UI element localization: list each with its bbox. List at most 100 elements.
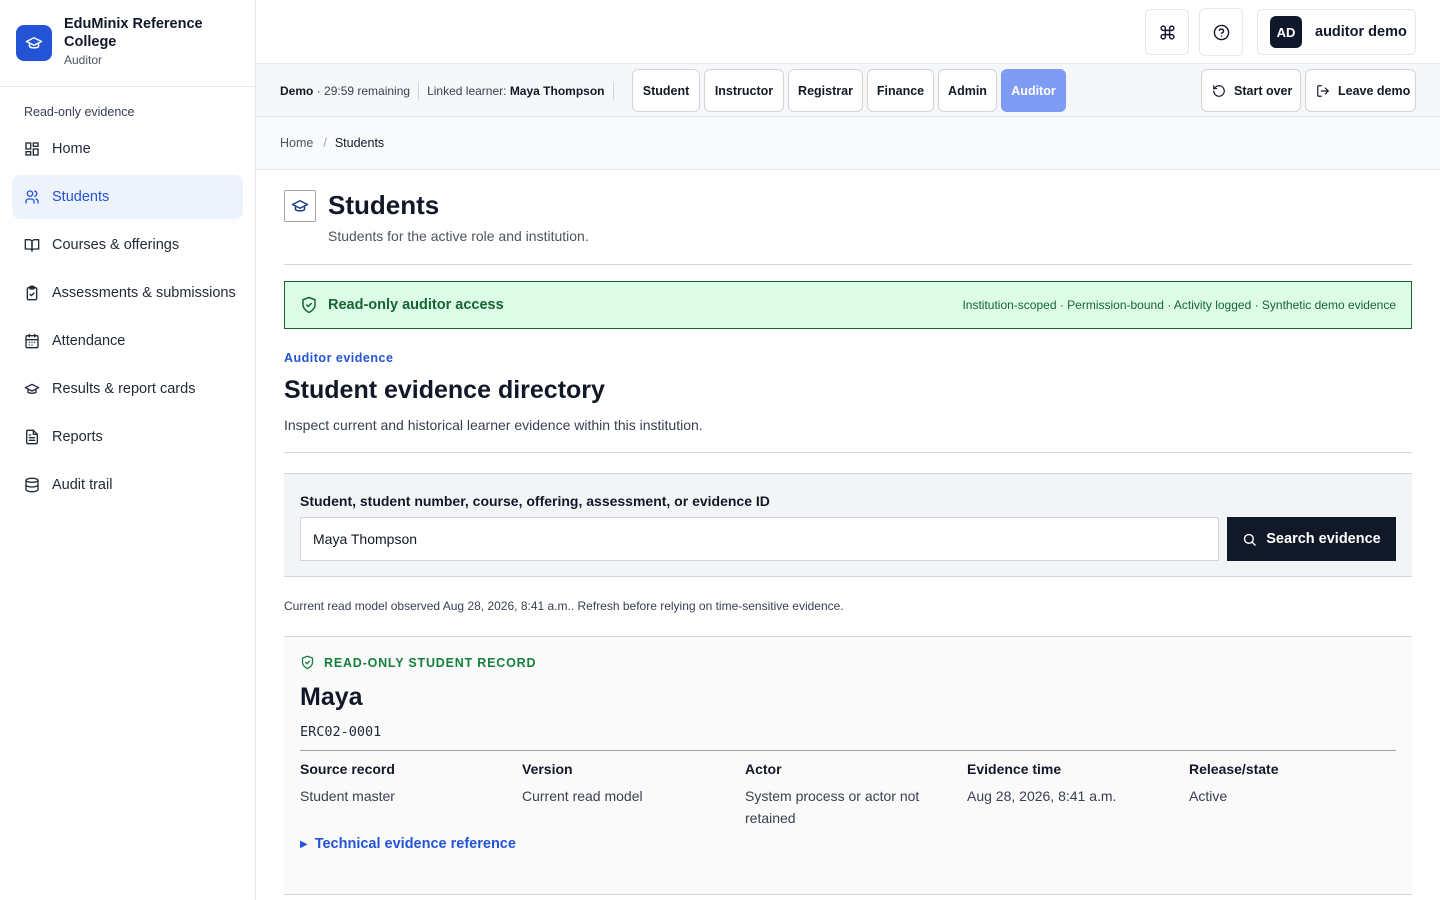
sidebar-item-label: Attendance: [52, 333, 126, 349]
log-out-icon: [1317, 84, 1329, 97]
help-circle-icon: [1213, 24, 1229, 40]
sidebar-item-audit-trail[interactable]: Audit trail: [12, 463, 243, 507]
record-eyebrow: READ-ONLY STUDENT RECORD: [300, 655, 536, 670]
divider: [300, 750, 1396, 751]
users-icon: [25, 190, 39, 204]
sidebar: EduMinix Reference College Auditor Read-…: [0, 0, 256, 900]
sidebar-item-label: Courses & offerings: [52, 237, 180, 253]
role-button-instructor[interactable]: Instructor: [704, 69, 784, 112]
field-version: Version Current read model: [522, 761, 732, 807]
field-value: Current read model: [522, 788, 643, 804]
calendar-icon: [25, 333, 39, 349]
search-panel: Student, student number, course, offerin…: [284, 473, 1412, 577]
start-over-button[interactable]: Start over: [1201, 69, 1301, 112]
linked-learner-name: Maya Thompson: [509, 84, 605, 98]
dashboard-icon: [25, 142, 39, 156]
brand[interactable]: EduMinix Reference College Auditor: [0, 0, 255, 87]
leave-demo-label: Leave demo: [1338, 83, 1411, 98]
user-menu-button[interactable]: AD auditor demo: [1257, 9, 1416, 55]
database-icon: [25, 477, 39, 493]
student-name: Maya: [300, 683, 363, 711]
role-button-admin[interactable]: Admin: [938, 69, 997, 112]
technical-evidence-label: Technical evidence reference: [314, 836, 516, 852]
demo-bar: Demo · 29:59 remaining Linked learner: M…: [256, 64, 1440, 117]
field-value: Aug 28, 2026, 8:41 a.m.: [967, 788, 1117, 804]
avatar: AD: [1270, 16, 1302, 48]
leave-demo-button[interactable]: Leave demo: [1305, 69, 1416, 112]
banner-meta: Institution-scoped · Permission-bound · …: [962, 298, 1396, 312]
start-over-label: Start over: [1234, 83, 1293, 98]
command-palette-button[interactable]: [1145, 9, 1189, 55]
demo-time-remaining: · 29:59 remaining: [316, 84, 411, 98]
field-value: System process or actor not retained: [745, 788, 920, 826]
section-title: Student evidence directory: [284, 376, 605, 404]
sidebar-item-home[interactable]: Home: [12, 127, 243, 171]
field-value: Student master: [300, 788, 395, 804]
sidebar-item-reports[interactable]: Reports: [12, 415, 243, 459]
search-icon: [1244, 533, 1257, 546]
top-header: AD auditor demo: [256, 0, 1440, 64]
observed-note: Current read model observed Aug 28, 2026…: [284, 599, 844, 613]
field-source-record: Source record Student master: [300, 761, 510, 807]
brand-role: Auditor: [64, 53, 103, 67]
graduation-cap-logo-icon: [16, 25, 52, 61]
breadcrumb-current: Students: [334, 136, 385, 150]
divider: [418, 82, 420, 100]
demo-info: Demo · 29:59 remaining Linked learner: M…: [280, 82, 622, 100]
sidebar-item-label: Reports: [52, 429, 103, 445]
sidebar-nav: Home Students Courses & offerings Assess…: [0, 127, 255, 507]
search-label: Student, student number, course, offerin…: [300, 493, 770, 509]
breadcrumb-separator: /: [323, 136, 327, 150]
shield-check-icon: [302, 296, 316, 314]
field-evidence-time: Evidence time Aug 28, 2026, 8:41 a.m.: [967, 761, 1177, 807]
technical-evidence-toggle[interactable]: ▶ Technical evidence reference: [300, 836, 516, 852]
sidebar-item-attendance[interactable]: Attendance: [12, 319, 243, 363]
field-label: Evidence time: [967, 761, 1062, 777]
role-button-registrar[interactable]: Registrar: [788, 69, 863, 112]
divider: [284, 452, 1412, 453]
graduation-cap-icon: [24, 383, 40, 394]
read-only-banner: Read-only auditor access Institution-sco…: [284, 281, 1412, 329]
book-icon: [24, 239, 40, 252]
role-button-auditor[interactable]: Auditor: [1001, 69, 1066, 112]
breadcrumb-home[interactable]: Home: [280, 136, 313, 150]
field-label: Source record: [300, 761, 395, 777]
file-text-icon: [26, 429, 38, 445]
sidebar-section-title: Read-only evidence: [24, 105, 135, 119]
sidebar-item-label: Assessments & submissions: [52, 285, 236, 301]
sidebar-item-courses[interactable]: Courses & offerings: [12, 223, 243, 267]
page-header: Students Students for the active role an…: [284, 170, 1412, 265]
banner-title: Read-only auditor access: [328, 297, 504, 313]
command-icon: [1159, 24, 1175, 40]
role-button-finance[interactable]: Finance: [867, 69, 934, 112]
section-eyebrow: Auditor evidence: [284, 351, 394, 365]
shield-check-icon: [301, 655, 314, 670]
field-value: Active: [1189, 788, 1228, 804]
search-evidence-button[interactable]: Search evidence: [1227, 517, 1396, 561]
sidebar-item-label: Audit trail: [52, 477, 113, 493]
sidebar-item-label: Home: [52, 141, 91, 157]
search-input[interactable]: [300, 517, 1219, 561]
role-button-student[interactable]: Student: [632, 69, 700, 112]
section-description: Inspect current and historical learner e…: [284, 417, 703, 433]
breadcrumb-bar: Home / Students: [256, 117, 1440, 170]
sidebar-item-students[interactable]: Students: [12, 175, 243, 219]
student-record-card: READ-ONLY STUDENT RECORD Maya ERC02-0001…: [284, 636, 1412, 895]
page-subtitle: Students for the active role and institu…: [328, 228, 589, 244]
field-label: Version: [522, 761, 573, 777]
triangle-right-icon: ▶: [300, 838, 308, 850]
demo-label: Demo: [280, 84, 314, 98]
clipboard-check-icon: [26, 285, 38, 301]
sidebar-item-results[interactable]: Results & report cards: [12, 367, 243, 411]
help-button[interactable]: [1199, 8, 1243, 56]
sidebar-item-assessments[interactable]: Assessments & submissions: [12, 271, 243, 315]
sidebar-item-label: Students: [52, 189, 110, 205]
field-actor: Actor System process or actor not retain…: [745, 761, 955, 829]
page-title: Students: [328, 190, 440, 220]
brand-name: EduMinix Reference College: [64, 16, 203, 50]
student-id: ERC02-0001: [300, 724, 382, 740]
main-content: Students Students for the active role an…: [284, 170, 1412, 895]
field-label: Release/state: [1189, 761, 1279, 777]
user-name: auditor demo: [1315, 24, 1407, 40]
breadcrumb: Home / Students: [280, 136, 384, 150]
